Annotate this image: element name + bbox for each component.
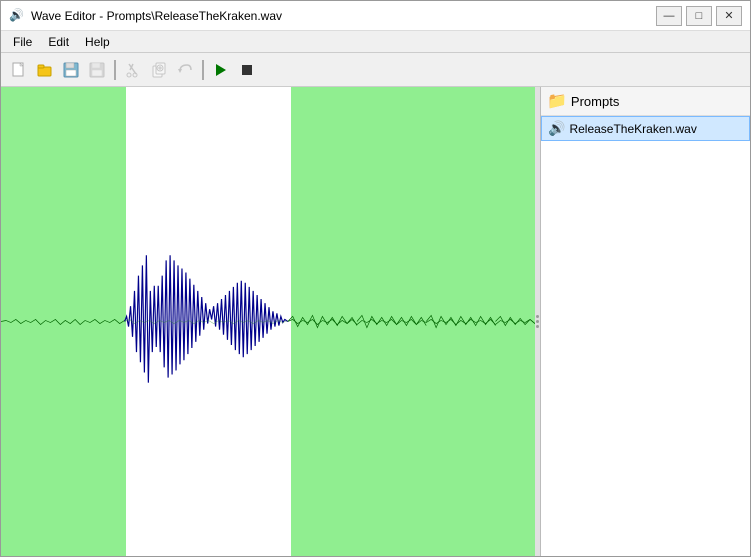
toolbar-separator-2 [202,60,204,80]
saveas-button[interactable] [85,58,109,82]
window-title: Wave Editor - Prompts\ReleaseTheKraken.w… [31,9,282,23]
close-button[interactable]: ✕ [716,6,742,26]
folder-icon: 📁 [547,91,567,111]
copy-button[interactable] [147,58,171,82]
toolbar [1,53,750,87]
file-icon: 🔊 [548,120,565,137]
open-button[interactable] [33,58,57,82]
file-item[interactable]: 🔊 ReleaseTheKraken.wav [541,116,750,141]
folder-header[interactable]: 📁 Prompts [541,87,750,116]
splitter-dot-1 [536,315,539,318]
title-bar: 🔊 Wave Editor - Prompts\ReleaseTheKraken… [1,1,750,31]
main-window: 🔊 Wave Editor - Prompts\ReleaseTheKraken… [0,0,751,557]
app-icon: 🔊 [9,8,25,24]
undo-button[interactable] [173,58,197,82]
minimize-button[interactable]: — [656,6,682,26]
main-area: 📁 Prompts 🔊 ReleaseTheKraken.wav [1,87,750,556]
splitter-dot-2 [536,320,539,323]
save-button[interactable] [59,58,83,82]
menu-edit[interactable]: Edit [40,33,77,51]
title-controls: — □ ✕ [656,6,742,26]
title-bar-left: 🔊 Wave Editor - Prompts\ReleaseTheKraken… [9,8,282,24]
cut-button[interactable] [121,58,145,82]
waveform-panel[interactable] [1,87,535,556]
waveform-svg [1,87,535,556]
new-button[interactable] [7,58,31,82]
stop-button[interactable] [235,58,259,82]
right-panel: 📁 Prompts 🔊 ReleaseTheKraken.wav [540,87,750,556]
menu-bar: File Edit Help [1,31,750,53]
file-name: ReleaseTheKraken.wav [569,122,696,136]
maximize-button[interactable]: □ [686,6,712,26]
play-button[interactable] [209,58,233,82]
folder-label: Prompts [571,94,619,109]
menu-help[interactable]: Help [77,33,118,51]
splitter-dot-3 [536,325,539,328]
toolbar-separator-1 [114,60,116,80]
menu-file[interactable]: File [5,33,40,51]
